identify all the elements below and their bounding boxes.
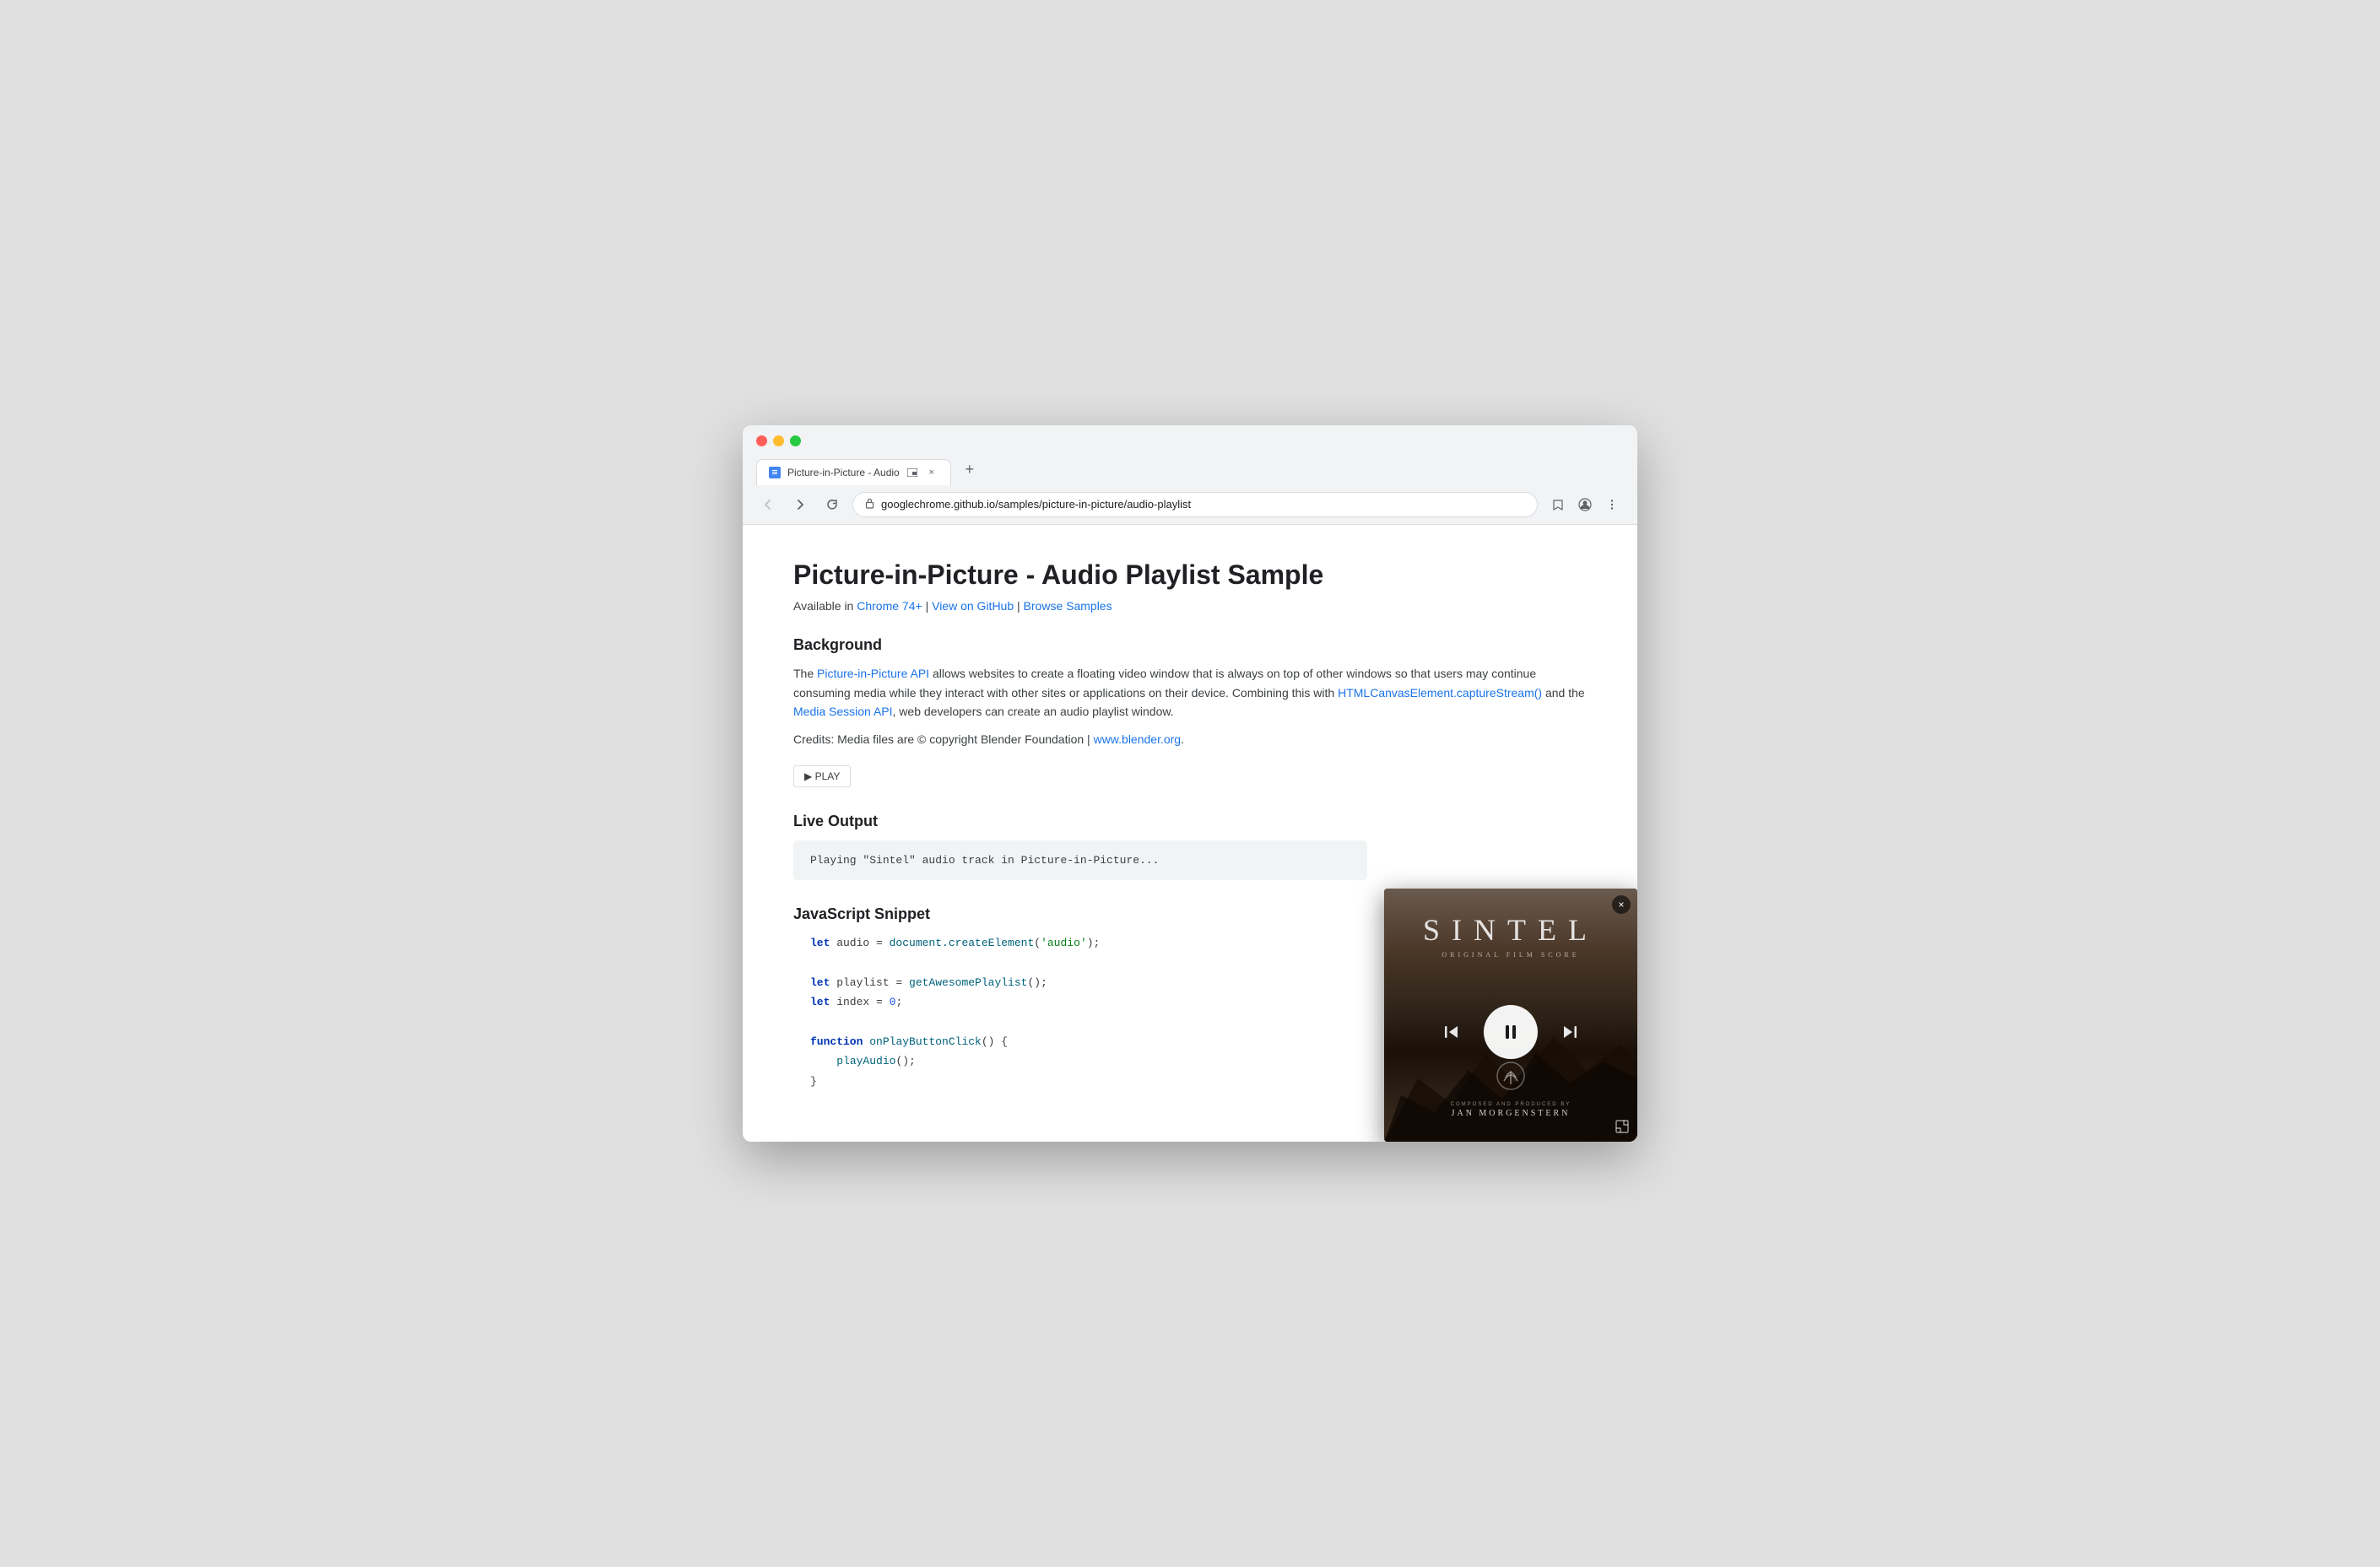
fullscreen-window-button[interactable] [790,435,801,446]
page-title: Picture-in-Picture - Audio Playlist Samp… [793,559,1587,591]
pip-prev-button[interactable] [1436,1017,1467,1047]
pip-window: SINTEL ORIGINAL FILM SCORE × [1384,889,1637,1142]
menu-button[interactable] [1600,493,1624,516]
lock-icon [865,498,874,511]
traffic-lights [756,435,1624,446]
pip-credits-label: Composed and Produced by [1451,1102,1571,1107]
pip-credits-area: Composed and Produced by JAN MORGENSTERN [1451,1102,1571,1118]
forward-button[interactable] [788,493,812,516]
tab-title: Picture-in-Picture - Audio [787,467,900,478]
reload-button[interactable] [820,493,844,516]
live-output-box: Playing "Sintel" audio track in Picture-… [793,840,1367,880]
address-field[interactable]: googlechrome.github.io/samples/picture-i… [852,492,1538,517]
pip-tree-icon [1496,1061,1526,1095]
tab-close-button[interactable]: × [925,466,938,479]
new-tab-button[interactable]: + [958,458,982,482]
pip-next-button[interactable] [1555,1017,1585,1047]
pip-controls [1436,1005,1585,1059]
close-window-button[interactable] [756,435,767,446]
live-output-heading: Live Output [793,813,1587,830]
availability-row: Available in Chrome 74+ | View on GitHub… [793,599,1587,613]
play-button[interactable]: ▶ PLAY [793,765,851,787]
media-session-link[interactable]: Media Session API [793,705,893,718]
account-button[interactable] [1573,493,1597,516]
background-para1: The Picture-in-Picture API allows websit… [793,664,1587,721]
chrome-version-link[interactable]: Chrome 74+ [857,599,922,613]
browse-samples-link[interactable]: Browse Samples [1024,599,1112,613]
pip-tab-icon [906,467,918,478]
blender-link[interactable]: www.blender.org [1094,732,1182,746]
sintel-title-area: SINTEL ORIGINAL FILM SCORE [1423,912,1598,959]
live-output-text: Playing "Sintel" audio track in Picture-… [810,854,1159,867]
credits-text: Credits: Media files are © copyright Ble… [793,730,1587,748]
bookmark-button[interactable] [1546,493,1570,516]
pip-credits-name: JAN MORGENSTERN [1451,1109,1571,1118]
github-link[interactable]: View on GitHub [932,599,1014,613]
browser-window: Picture-in-Picture - Audio × + googlechr… [743,425,1637,1142]
back-button[interactable] [756,493,780,516]
address-bar-row: googlechrome.github.io/samples/picture-i… [743,485,1637,525]
tabs-row: Picture-in-Picture - Audio × + [756,458,1624,485]
sintel-subtitle: ORIGINAL FILM SCORE [1423,951,1598,959]
sintel-title: SINTEL [1423,912,1598,948]
title-bar: Picture-in-Picture - Audio × + [743,425,1637,485]
active-tab[interactable]: Picture-in-Picture - Audio × [756,459,951,485]
background-heading: Background [793,636,1587,654]
tab-favicon [769,467,781,478]
pip-api-link[interactable]: Picture-in-Picture API [817,667,929,680]
page-content: Picture-in-Picture - Audio Playlist Samp… [743,525,1637,1142]
pip-pause-button[interactable] [1484,1005,1538,1059]
availability-prefix: Available in [793,599,853,613]
canvas-stream-link[interactable]: HTMLCanvasElement.captureStream() [1338,686,1542,700]
minimize-window-button[interactable] [773,435,784,446]
pip-close-button[interactable]: × [1612,895,1631,914]
toolbar-icons [1546,493,1624,516]
pip-expand-button[interactable] [1614,1118,1631,1135]
address-text: googlechrome.github.io/samples/picture-i… [881,498,1525,511]
